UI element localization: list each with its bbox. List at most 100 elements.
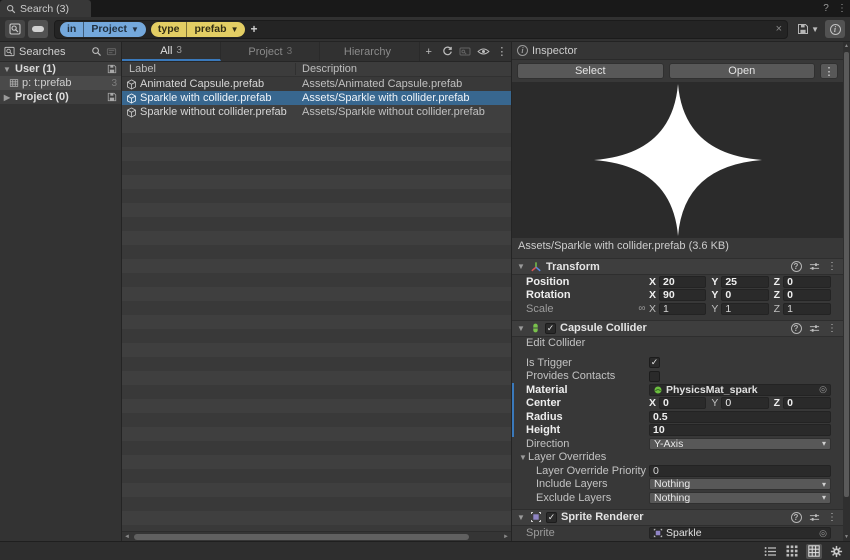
- results-menu-icon[interactable]: ⋮: [493, 42, 511, 61]
- transform-component-header[interactable]: ▼ Transform ? ⋮: [512, 258, 843, 275]
- empty-row[interactable]: [122, 511, 511, 525]
- empty-row[interactable]: [122, 259, 511, 273]
- visibility-eye-icon[interactable]: [474, 42, 492, 61]
- material-object-field[interactable]: PhysicsMat_spark ◎: [649, 384, 831, 396]
- toggle-details-button[interactable]: i: [825, 20, 845, 38]
- sort-searches-icon[interactable]: [106, 46, 117, 57]
- search-icon[interactable]: [91, 46, 102, 57]
- foldout-open-icon[interactable]: ▼: [518, 453, 528, 462]
- empty-row[interactable]: [122, 413, 511, 427]
- layer-overrides-foldout[interactable]: ▼ Layer Overrides: [512, 451, 843, 465]
- scrollbar-thumb[interactable]: [844, 52, 849, 497]
- radius-field[interactable]: 0.5: [649, 411, 831, 423]
- empty-row[interactable]: [122, 483, 511, 497]
- center-x-field[interactable]: 0: [659, 397, 706, 409]
- foldout-open-icon[interactable]: ▼: [516, 262, 526, 271]
- component-enabled-checkbox[interactable]: ✓: [546, 512, 557, 523]
- empty-row[interactable]: [122, 273, 511, 287]
- table-view-icon[interactable]: [806, 544, 822, 559]
- tab-hierarchy[interactable]: Hierarchy: [320, 42, 419, 61]
- open-in-inspector-button[interactable]: [5, 20, 25, 38]
- empty-row[interactable]: [122, 133, 511, 147]
- exclude-layers-dropdown[interactable]: Nothing: [649, 492, 831, 504]
- clear-search-icon[interactable]: ×: [776, 23, 782, 35]
- search-window-tab[interactable]: Search (3): [0, 0, 91, 17]
- layer-override-priority-field[interactable]: 0: [649, 465, 831, 477]
- component-enabled-checkbox[interactable]: ✓: [545, 323, 556, 334]
- add-filter-button[interactable]: +: [250, 22, 257, 36]
- filter-key[interactable]: in: [60, 22, 83, 37]
- position-y-field[interactable]: 25: [721, 276, 768, 288]
- sync-scene-icon[interactable]: [456, 42, 474, 61]
- column-description[interactable]: Description: [296, 63, 511, 75]
- empty-row[interactable]: [122, 189, 511, 203]
- direction-dropdown[interactable]: Y-Axis: [649, 438, 831, 450]
- help-icon[interactable]: ?: [791, 512, 802, 523]
- result-row[interactable]: Animated Capsule.prefab Assets/Animated …: [122, 77, 511, 91]
- filter-value-dropdown[interactable]: prefab▼: [186, 22, 245, 37]
- search-query-field[interactable]: in Project▼ type prefab▼ + ×: [54, 20, 788, 39]
- inspector-menu-button[interactable]: ⋮: [820, 63, 838, 79]
- rotation-x-field[interactable]: 90: [659, 289, 706, 301]
- rotation-y-field[interactable]: 0: [721, 289, 768, 301]
- empty-row[interactable]: [122, 217, 511, 231]
- empty-row[interactable]: [122, 231, 511, 245]
- scroll-left-icon[interactable]: ◄: [122, 534, 132, 540]
- position-z-field[interactable]: 0: [783, 276, 831, 288]
- center-y-field[interactable]: 0: [721, 397, 768, 409]
- capsule-collider-header[interactable]: ▼ ✓ Capsule Collider ? ⋮: [512, 320, 843, 337]
- column-label[interactable]: Label: [122, 63, 296, 75]
- position-x-field[interactable]: 20: [659, 276, 706, 288]
- link-scale-icon[interactable]: ∞: [635, 303, 649, 314]
- help-icon[interactable]: ?: [818, 3, 834, 14]
- object-picker-icon[interactable]: ◎: [819, 528, 827, 539]
- empty-row[interactable]: [122, 385, 511, 399]
- include-layers-dropdown[interactable]: Nothing: [649, 478, 831, 490]
- empty-row[interactable]: [122, 287, 511, 301]
- help-icon[interactable]: ?: [791, 323, 802, 334]
- empty-row[interactable]: [122, 343, 511, 357]
- presets-icon[interactable]: [807, 261, 821, 272]
- edit-collider-label[interactable]: Edit Collider: [526, 337, 649, 349]
- sidebar-item-user-group[interactable]: ▼ User (1): [0, 62, 121, 76]
- component-menu-icon[interactable]: ⋮: [825, 323, 839, 334]
- save-search-button[interactable]: ▼: [794, 20, 822, 38]
- empty-row[interactable]: [122, 161, 511, 175]
- query-builder-toggle[interactable]: [28, 20, 48, 38]
- empty-row[interactable]: [122, 469, 511, 483]
- scroll-down-icon[interactable]: ▼: [844, 533, 849, 541]
- refresh-icon[interactable]: [438, 42, 456, 61]
- foldout-open-icon[interactable]: ▼: [516, 324, 526, 333]
- empty-row[interactable]: [122, 399, 511, 413]
- empty-row[interactable]: [122, 427, 511, 441]
- empty-row[interactable]: [122, 315, 511, 329]
- scale-y-field[interactable]: 1: [721, 303, 768, 315]
- empty-row[interactable]: [122, 203, 511, 217]
- foldout-open-icon[interactable]: ▼: [2, 65, 12, 74]
- is-trigger-checkbox[interactable]: ✓: [649, 357, 660, 368]
- empty-row[interactable]: [122, 329, 511, 343]
- select-button[interactable]: Select: [517, 63, 664, 79]
- horizontal-scrollbar[interactable]: ◄ ►: [122, 531, 511, 541]
- scrollbar-thumb[interactable]: [134, 534, 469, 540]
- sprite-object-field[interactable]: Sparkle ◎: [649, 527, 831, 539]
- empty-row[interactable]: [122, 371, 511, 385]
- sidebar-item-saved-query[interactable]: p: t:prefab 3: [0, 76, 121, 90]
- presets-icon[interactable]: [807, 512, 821, 523]
- scroll-up-icon[interactable]: ▲: [844, 42, 849, 50]
- provides-contacts-checkbox[interactable]: [649, 371, 660, 382]
- tab-project[interactable]: Project3: [221, 42, 320, 61]
- empty-row[interactable]: [122, 245, 511, 259]
- presets-icon[interactable]: [807, 323, 821, 334]
- open-button[interactable]: Open: [669, 63, 816, 79]
- window-menu-icon[interactable]: ⋮: [834, 3, 850, 14]
- filter-pill-area[interactable]: in Project▼: [60, 22, 146, 37]
- foldout-closed-icon[interactable]: ▶: [2, 93, 12, 102]
- result-row-selected[interactable]: Sparkle with collider.prefab Assets/Spar…: [122, 91, 511, 105]
- settings-gear-icon[interactable]: [828, 544, 844, 559]
- component-menu-icon[interactable]: ⋮: [825, 512, 839, 523]
- result-row[interactable]: Sparkle without collider.prefab Assets/S…: [122, 105, 511, 119]
- empty-row[interactable]: [122, 441, 511, 455]
- center-z-field[interactable]: 0: [783, 397, 831, 409]
- list-view-icon[interactable]: [762, 544, 778, 559]
